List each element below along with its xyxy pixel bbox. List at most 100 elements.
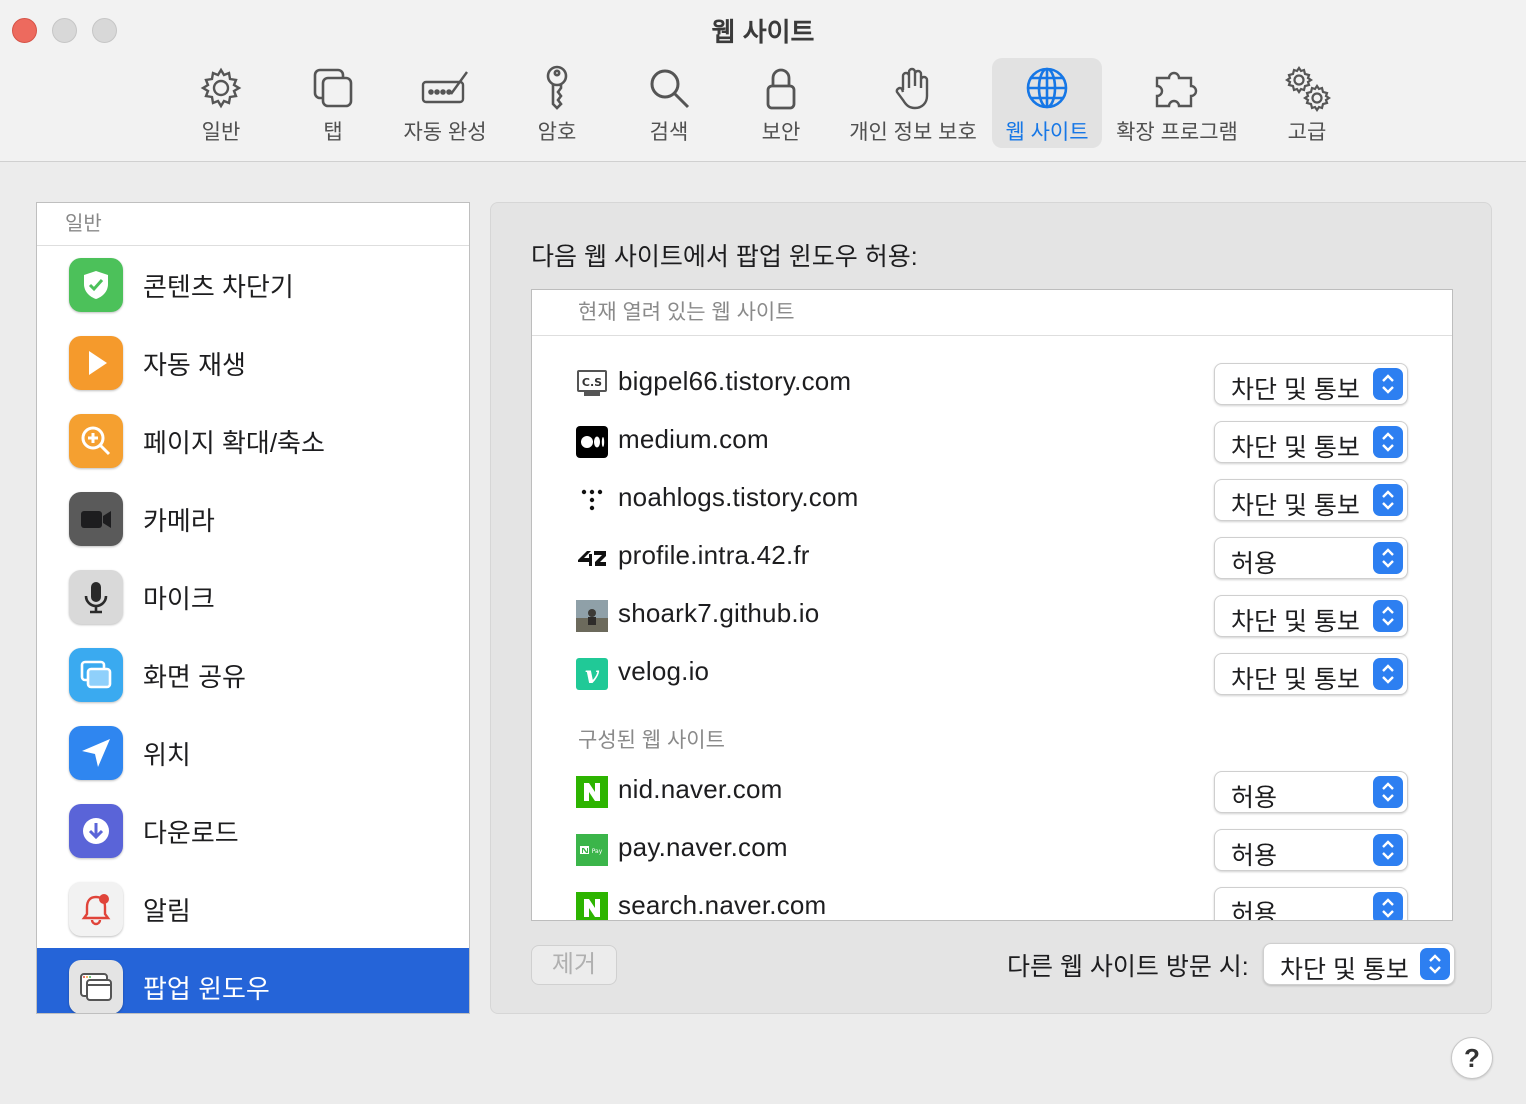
chevron-up-down-icon [1373, 600, 1403, 632]
other-websites-label: 다른 웹 사이트 방문 시: [1007, 953, 1249, 981]
sidebar: 일반 콘텐츠 차단기 자동 재생 페이지 확대/축소 카메라 마이크 화면 공유… [36, 202, 470, 1014]
screen-share-icon [69, 648, 123, 702]
sidebar-item-location[interactable]: 위치 [37, 714, 469, 792]
shield-check-icon [69, 258, 123, 312]
help-button[interactable]: ? [1451, 1037, 1493, 1079]
svg-text:C.S: C.S [582, 376, 602, 389]
gear-icon [200, 67, 242, 109]
toolbar-extensions[interactable]: 확장 프로그램 [1110, 58, 1244, 148]
permission-select[interactable]: 허용 [1214, 537, 1408, 579]
website-row[interactable]: medium.com 차단 및 통보 [532, 412, 1452, 470]
microphone-icon [69, 570, 123, 624]
chevron-up-down-icon [1373, 542, 1403, 574]
website-row[interactable]: nid.naver.com 허용 [532, 762, 1452, 820]
popup-window-icon [69, 960, 123, 1013]
42-logo-icon [576, 542, 608, 574]
sidebar-item-autoplay[interactable]: 자동 재생 [37, 324, 469, 402]
dots-logo-icon [576, 484, 608, 516]
toolbar-websites[interactable]: 웹 사이트 [992, 58, 1102, 148]
bell-icon [69, 882, 123, 936]
camera-icon [69, 492, 123, 546]
permission-select[interactable]: 차단 및 통보 [1214, 595, 1408, 637]
sidebar-item-microphone[interactable]: 마이크 [37, 558, 469, 636]
section-header-configured-sites: 구성된 웹 사이트 [578, 729, 725, 752]
toolbar-advanced[interactable]: 고급 [1266, 58, 1348, 148]
website-domain: velog.io [618, 656, 710, 686]
naver-pay-logo-icon: Pay [576, 834, 608, 866]
tabs-icon [313, 68, 353, 108]
naver-logo-icon [576, 776, 608, 808]
permission-select[interactable]: 차단 및 통보 [1214, 653, 1408, 695]
website-row[interactable]: shoark7.github.io 차단 및 통보 [532, 586, 1452, 644]
website-row[interactable]: profile.intra.42.fr 허용 [532, 528, 1452, 586]
website-domain: nid.naver.com [618, 774, 783, 804]
chevron-up-down-icon [1373, 834, 1403, 866]
toolbar-privacy[interactable]: 개인 정보 보호 [842, 58, 984, 148]
svg-text:v: v [585, 660, 600, 689]
sidebar-item-camera[interactable]: 카메라 [37, 480, 469, 558]
panel-heading: 다음 웹 사이트에서 팝업 윈도우 허용: [531, 243, 918, 271]
website-row[interactable]: Pay pay.naver.com 허용 [532, 820, 1452, 878]
chevron-up-down-icon [1373, 426, 1403, 458]
website-row[interactable]: search.naver.com 허용 [532, 878, 1452, 920]
puzzle-icon [1155, 71, 1198, 108]
hand-icon [895, 67, 929, 110]
search-icon [650, 69, 690, 109]
website-domain: bigpel66.tistory.com [618, 366, 852, 396]
chevron-up-down-icon [1420, 948, 1450, 980]
key-icon [546, 65, 568, 110]
other-websites-select[interactable]: 차단 및 통보 [1263, 943, 1455, 985]
chevron-up-down-icon [1373, 484, 1403, 516]
websites-table[interactable]: 현재 열려 있는 웹 사이트 C.S bigpel66.tistory.com … [531, 289, 1453, 921]
sidebar-item-page-zoom[interactable]: 페이지 확대/축소 [37, 402, 469, 480]
chevron-up-down-icon [1373, 658, 1403, 690]
chevron-up-down-icon [1373, 368, 1403, 400]
permission-select[interactable]: 차단 및 통보 [1214, 479, 1408, 521]
website-domain: profile.intra.42.fr [618, 540, 810, 570]
medium-logo-icon [576, 426, 608, 458]
chevron-up-down-icon [1373, 892, 1403, 920]
popup-settings-panel: 다음 웹 사이트에서 팝업 윈도우 허용: 현재 열려 있는 웹 사이트 C.S… [490, 202, 1492, 1014]
window-title: 웹 사이트 [711, 17, 815, 47]
website-row[interactable]: C.S bigpel66.tistory.com 차단 및 통보 [532, 354, 1452, 412]
naver-logo-icon [576, 892, 608, 920]
section-header-open-sites: 현재 열려 있는 웹 사이트 [532, 290, 1452, 336]
download-icon [69, 804, 123, 858]
permission-select[interactable]: 차단 및 통보 [1214, 363, 1408, 405]
autofill-icon [421, 71, 468, 104]
sidebar-item-popup-windows[interactable]: 팝업 윈도우 [37, 948, 469, 1013]
website-row[interactable]: v velog.io 차단 및 통보 [532, 644, 1452, 702]
website-domain: search.naver.com [618, 890, 827, 920]
website-domain: medium.com [618, 424, 769, 454]
permission-select[interactable]: 허용 [1214, 887, 1408, 920]
website-domain: noahlogs.tistory.com [618, 482, 859, 512]
sidebar-section-header: 일반 [37, 203, 469, 246]
permission-select[interactable]: 허용 [1214, 829, 1408, 871]
gears-icon [1285, 66, 1331, 112]
sidebar-item-screen-sharing[interactable]: 화면 공유 [37, 636, 469, 714]
window-titlebar: 웹 사이트 일반 탭 자동 완성 암호 검색 보안 개인 정보 보호 웹 사이트… [0, 0, 1526, 162]
toolbar-tabs[interactable]: 탭 [292, 58, 374, 148]
lock-icon [766, 68, 796, 110]
remove-button[interactable]: 제거 [531, 945, 617, 985]
sidebar-item-notifications[interactable]: 알림 [37, 870, 469, 948]
cs-monitor-icon: C.S [576, 368, 608, 400]
toolbar-security[interactable]: 보안 [740, 58, 822, 148]
svg-text:Pay: Pay [592, 848, 603, 855]
sidebar-item-content-blockers[interactable]: 콘텐츠 차단기 [37, 246, 469, 324]
velog-logo-icon: v [576, 658, 608, 690]
toolbar-autofill[interactable]: 자동 완성 [394, 58, 496, 148]
toolbar-general[interactable]: 일반 [180, 58, 262, 148]
toolbar-search[interactable]: 검색 [628, 58, 710, 148]
sidebar-list[interactable]: 콘텐츠 차단기 자동 재생 페이지 확대/축소 카메라 마이크 화면 공유 위치… [37, 246, 469, 1013]
toolbar-passwords[interactable]: 암호 [516, 58, 598, 148]
website-domain: shoark7.github.io [618, 598, 820, 628]
permission-select[interactable]: 허용 [1214, 771, 1408, 813]
chevron-up-down-icon [1373, 776, 1403, 808]
website-domain: pay.naver.com [618, 832, 788, 862]
sidebar-item-downloads[interactable]: 다운로드 [37, 792, 469, 870]
permission-select[interactable]: 차단 및 통보 [1214, 421, 1408, 463]
photo-avatar-icon [576, 600, 608, 632]
website-row[interactable]: noahlogs.tistory.com 차단 및 통보 [532, 470, 1452, 528]
zoom-icon [69, 414, 123, 468]
